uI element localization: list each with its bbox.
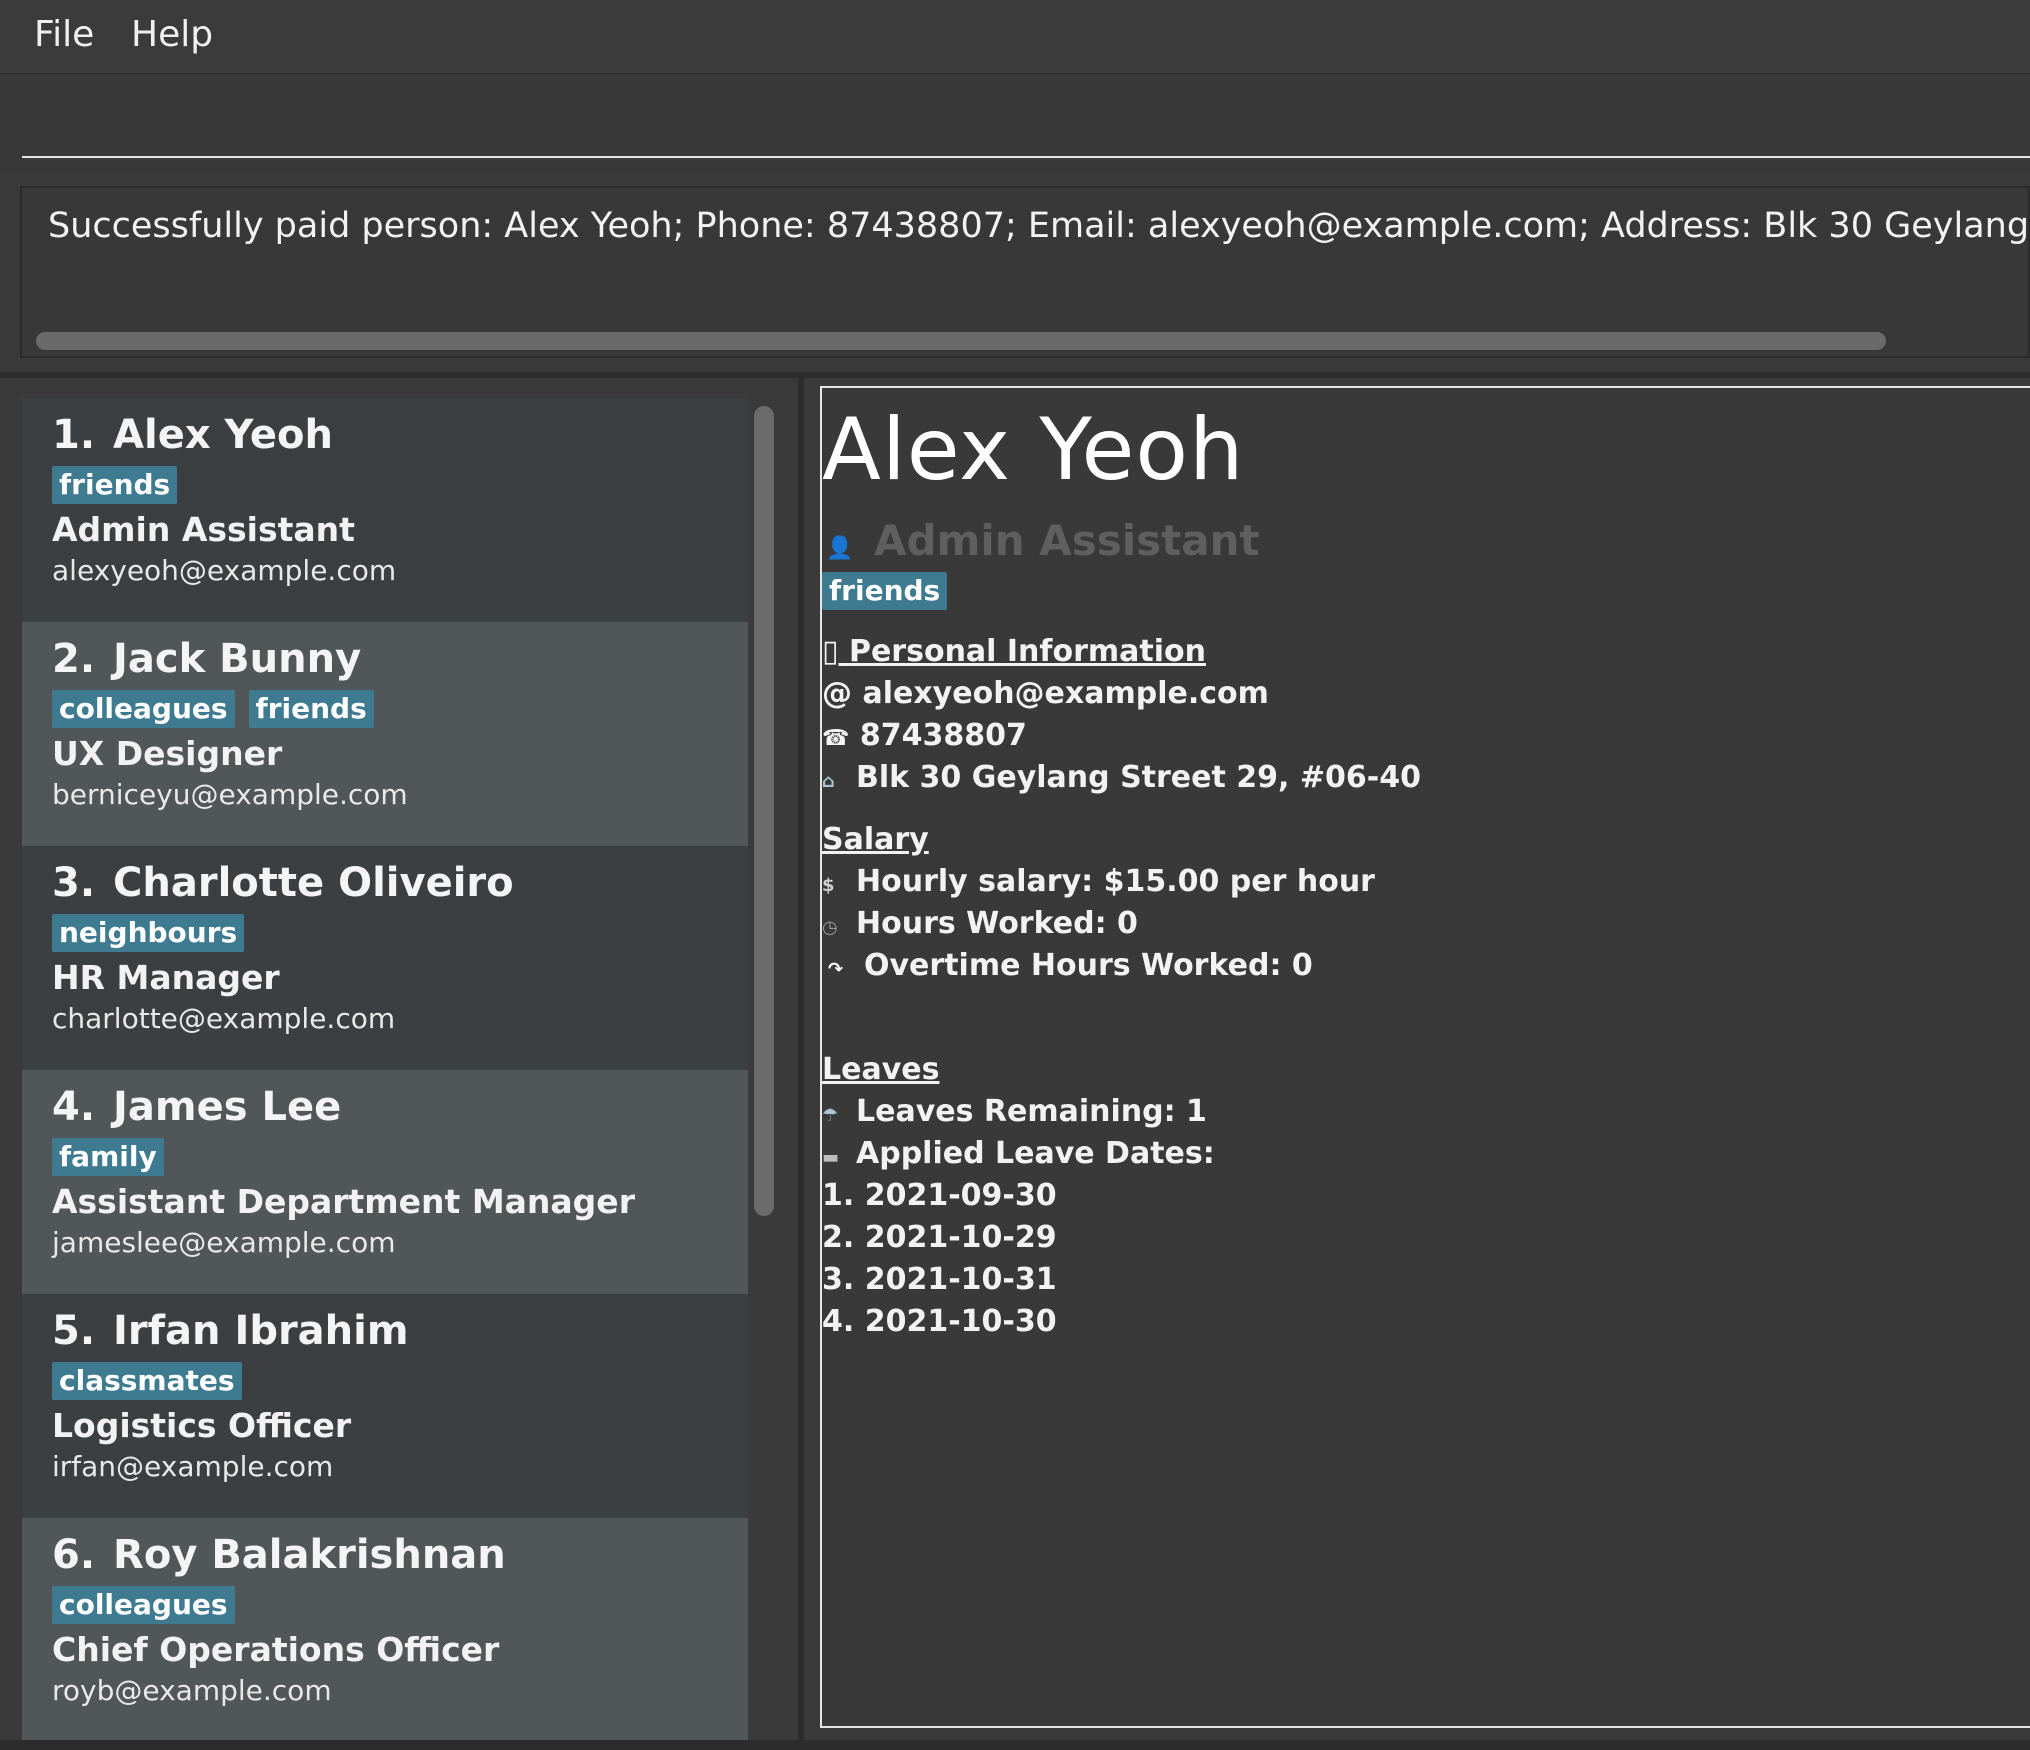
tag-list: family (52, 1138, 164, 1176)
menu-help[interactable]: Help (131, 14, 213, 55)
leave-date: 2. 2021-10-29 (822, 1220, 1057, 1255)
person-role: Logistics Officer (52, 1406, 352, 1445)
tag: family (52, 1138, 164, 1176)
person-icon: 👤 (826, 536, 854, 561)
person-email: jameslee@example.com (52, 1226, 396, 1259)
divider (798, 378, 804, 1740)
tag-list: neighbours (52, 914, 245, 952)
person-card[interactable]: 4. James Lee family Assistant Department … (22, 1070, 748, 1294)
person-card[interactable]: 6. Roy Balakrishnan colleagues Chief Oper… (22, 1518, 748, 1742)
tag: friends (52, 466, 178, 504)
tag: colleagues (52, 690, 235, 728)
result-display: Successfully paid person: Alex Yeoh; Pho… (20, 186, 2030, 358)
leave-date: 3. 2021-10-31 (822, 1262, 1057, 1297)
person-name: 3. Charlotte Oliveiro (52, 860, 514, 906)
tag: friends (822, 572, 948, 610)
tag-list: friends (52, 466, 178, 504)
person-email: berniceyu@example.com (52, 778, 408, 811)
detail-tags: friends (822, 572, 948, 610)
person-list: 1. Alex Yeoh friends Admin Assistant alex… (0, 378, 800, 1742)
detail-leaves-remaining: ☂ Leaves Remaining: 1 (822, 1094, 1207, 1129)
menu-bar: File Help (0, 0, 2030, 74)
person-role: Chief Operations Officer (52, 1630, 500, 1669)
arrow-icon: ↷ (828, 959, 844, 980)
tag: neighbours (52, 914, 245, 952)
detail-hours-worked: ◷ Hours Worked: 0 (822, 906, 1138, 941)
person-detail-panel: Alex Yeoh 👤 Admin Assistant friends ▯ Pe… (820, 386, 2030, 1728)
person-name: 1. Alex Yeoh (52, 412, 333, 458)
umbrella-icon: ☂ (822, 1105, 839, 1126)
leaves-heading: Leaves (822, 1052, 940, 1087)
command-box (0, 74, 2030, 174)
person-name: 2. Jack Bunny (52, 636, 362, 682)
tag: classmates (52, 1362, 242, 1400)
home-icon: ⌂ (822, 771, 835, 792)
menu-file[interactable]: File (34, 14, 94, 55)
person-role: Admin Assistant (52, 510, 355, 549)
tag: friends (248, 690, 374, 728)
calendar-icon: ▬ (822, 1147, 840, 1168)
detail-hourly-salary: $ Hourly salary: $15.00 per hour (822, 864, 1375, 899)
list-scrollbar[interactable] (754, 406, 774, 1216)
at-icon: @ (822, 676, 852, 711)
leave-date: 4. 2021-10-30 (822, 1304, 1057, 1339)
person-card[interactable]: 5. Irfan Ibrahim classmates Logistics Off… (22, 1294, 748, 1518)
detail-address: ⌂ Blk 30 Geylang Street 29, #06-40 (822, 760, 1421, 795)
salary-heading: Salary (822, 822, 929, 857)
id-card-icon: ▯ (822, 634, 839, 669)
personal-info-heading: ▯ Personal Information (822, 634, 1206, 669)
person-role: HR Manager (52, 958, 280, 997)
person-role: UX Designer (52, 734, 283, 773)
detail-role: Admin Assistant (874, 516, 1260, 565)
command-input[interactable] (22, 74, 2030, 158)
person-card[interactable]: 1. Alex Yeoh friends Admin Assistant alex… (22, 398, 748, 622)
status-bar (0, 1740, 2030, 1750)
person-card[interactable]: 2. Jack Bunny colleagues friends UX Desig… (22, 622, 748, 846)
person-name: 6. Roy Balakrishnan (52, 1532, 506, 1578)
person-email: alexyeoh@example.com (52, 554, 397, 587)
person-name: 4. James Lee (52, 1084, 342, 1130)
person-email: charlotte@example.com (52, 1002, 396, 1035)
person-role: Assistant Department Manager (52, 1182, 635, 1221)
detail-name: Alex Yeoh (822, 400, 1245, 500)
person-name: 5. Irfan Ibrahim (52, 1308, 409, 1354)
tag-list: colleagues friends (52, 690, 374, 728)
person-card[interactable]: 3. Charlotte Oliveiro neighbours HR Manag… (22, 846, 748, 1070)
detail-overtime: ↷ Overtime Hours Worked: 0 (822, 948, 1313, 983)
phone-icon: ☎ (822, 726, 850, 751)
tag-list: classmates (52, 1362, 242, 1400)
person-email: royb@example.com (52, 1674, 332, 1707)
clock-icon: ◷ (822, 917, 838, 938)
detail-applied-leaves: ▬ Applied Leave Dates: (822, 1136, 1215, 1171)
dollar-icon: $ (822, 875, 835, 896)
detail-phone: ☎ 87438807 (822, 718, 1027, 753)
tag-list: colleagues (52, 1586, 235, 1624)
tag: colleagues (52, 1586, 235, 1624)
detail-email: @ alexyeoh@example.com (822, 676, 1269, 711)
person-email: irfan@example.com (52, 1450, 334, 1483)
leave-date: 1. 2021-09-30 (822, 1178, 1057, 1213)
result-horizontal-scrollbar[interactable] (36, 332, 1886, 350)
result-message: Successfully paid person: Alex Yeoh; Pho… (48, 206, 2030, 246)
